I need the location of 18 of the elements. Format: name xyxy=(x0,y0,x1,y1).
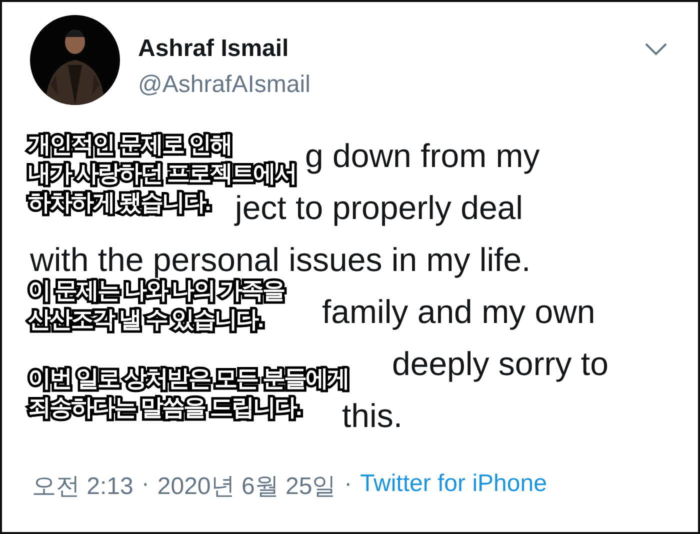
tweet-text: ject to properly deal xyxy=(235,189,523,226)
author-name[interactable]: Ashraf Ismail xyxy=(138,35,644,63)
chevron-down-icon[interactable] xyxy=(644,41,668,57)
tweet-text: family and my own xyxy=(322,293,596,330)
tweet-text: with the personal issues in my life. xyxy=(30,241,531,278)
timestamp-text: 오전 2:13 xyxy=(32,472,134,502)
tweet-text: deeply sorry to xyxy=(392,345,608,382)
subtitle-caption: 이번 일로 상처받은 모든 분들에게 xyxy=(28,364,349,393)
tweet-text: this. xyxy=(342,397,403,434)
subtitle-caption: 이 문제는 나와 나의 가족을 xyxy=(28,276,284,305)
subtitle-caption: 하차하게 됐습니다. xyxy=(28,188,210,217)
tweet-text: g down from my xyxy=(305,137,540,174)
source-link[interactable]: Twitter for iPhone xyxy=(360,470,547,502)
author-handle[interactable]: @AshrafAIsmail xyxy=(138,71,644,99)
separator-dot: · xyxy=(141,470,150,499)
subtitle-caption: 내가 사랑하던 프로젝트에서 xyxy=(28,159,296,188)
separator-dot: · xyxy=(344,470,352,499)
timestamp-text: 2020년 6월 25일 xyxy=(157,472,336,502)
